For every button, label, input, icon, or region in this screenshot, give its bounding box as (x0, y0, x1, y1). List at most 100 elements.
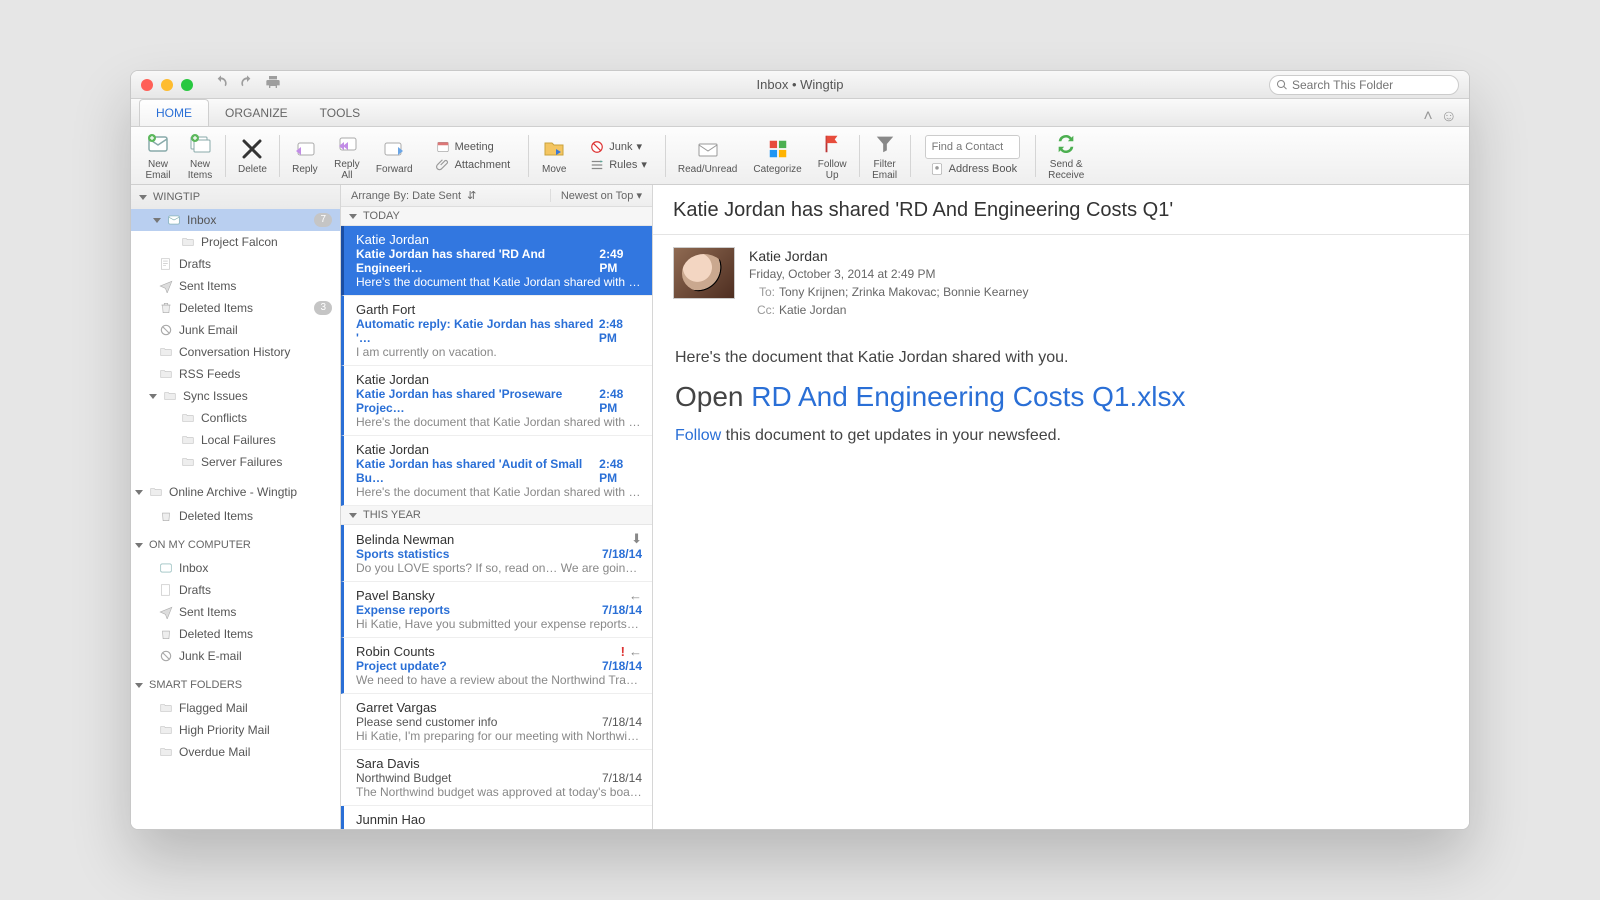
meeting-button[interactable]: Meeting (431, 139, 498, 155)
help-icon[interactable]: ☺ (1441, 108, 1457, 126)
message-time: 2:49 PM (599, 247, 642, 275)
folder-icon (181, 411, 195, 425)
sidebar-local-inbox[interactable]: Inbox (131, 557, 340, 579)
sidebar-junk[interactable]: Junk Email (131, 319, 340, 341)
find-contact-input[interactable]: Find a Contact (925, 135, 1020, 159)
new-email-button[interactable]: New Email (139, 131, 177, 181)
move-button[interactable]: Move (535, 136, 573, 175)
message-item[interactable]: Pavel Bansky← Expense reports7/18/14 Hi … (341, 582, 652, 638)
collapse-ribbon-icon[interactable]: ˄ (1423, 108, 1432, 126)
sidebar-overdue[interactable]: Overdue Mail (131, 741, 340, 763)
archive-header[interactable]: Online Archive - Wingtip (131, 479, 340, 505)
junk-icon (589, 140, 605, 154)
rules-button[interactable]: Rules ▾ (585, 157, 651, 173)
sidebar-rss[interactable]: RSS Feeds (131, 363, 340, 385)
sidebar-project-falcon[interactable]: Project Falcon (131, 231, 340, 253)
message-subject-preview: Project update? (356, 659, 447, 673)
tab-tools[interactable]: TOOLS (304, 100, 376, 126)
delete-button[interactable]: Delete (232, 136, 273, 175)
read-unread-button[interactable]: Read/Unread (672, 136, 743, 175)
folder-icon (181, 455, 195, 469)
forward-icon (381, 136, 407, 162)
message-time: 7/18/14 (602, 771, 642, 785)
shared-file-link[interactable]: RD And Engineering Costs Q1.xlsx (751, 381, 1185, 412)
message-item[interactable]: Belinda Newman⬇ Sports statistics7/18/14… (341, 525, 652, 582)
sidebar-inbox[interactable]: Inbox7 (131, 209, 340, 231)
sidebar-deleted[interactable]: Deleted Items3 (131, 297, 340, 319)
message-item[interactable]: Katie Jordan Katie Jordan has shared 'Au… (341, 436, 652, 506)
message-date: Friday, October 3, 2014 at 2:49 PM (749, 265, 1028, 283)
folder-icon (181, 433, 195, 447)
sidebar-conflicts[interactable]: Conflicts (131, 407, 340, 429)
chevron-down-icon (135, 683, 143, 688)
sidebar-flagged[interactable]: Flagged Mail (131, 697, 340, 719)
follow-link[interactable]: Follow (675, 427, 721, 444)
to-recipients: Tony Krijnen; Zrinka Makovac; Bonnie Kea… (779, 285, 1028, 299)
message-from: Belinda Newman (356, 532, 454, 547)
message-item[interactable]: Garret Vargas Please send customer info7… (341, 694, 652, 750)
sidebar-sent[interactable]: Sent Items (131, 275, 340, 297)
sidebar-local-sent[interactable]: Sent Items (131, 601, 340, 623)
address-book-button[interactable]: Address Book (925, 161, 1021, 177)
sidebar-local-junk[interactable]: Junk E-mail (131, 645, 340, 667)
message-item[interactable]: Robin Counts! ← Project update?7/18/14 W… (341, 638, 652, 694)
message-from: Garret Vargas (356, 700, 437, 715)
sort-order-button[interactable]: Newest on Top ▾ (550, 189, 652, 202)
new-email-label: New Email (145, 159, 170, 181)
filter-email-button[interactable]: Filter Email (866, 131, 904, 181)
drafts-icon (159, 257, 173, 271)
junk-button[interactable]: Junk ▾ (585, 139, 646, 155)
new-email-icon (145, 131, 171, 157)
sender-avatar (673, 247, 735, 299)
group-today[interactable]: TODAY (341, 207, 652, 226)
message-from: Sara Davis (356, 756, 420, 771)
sidebar-local-failures[interactable]: Local Failures (131, 429, 340, 451)
message-preview: Hi Katie, I'm preparing for our meeting … (356, 729, 642, 743)
chevron-down-icon (349, 513, 357, 518)
message-from: Katie Jordan (356, 232, 429, 247)
sidebar-archive-deleted[interactable]: Deleted Items (131, 505, 340, 527)
smart-folders-header[interactable]: SMART FOLDERS (131, 673, 340, 697)
chevron-down-icon (149, 394, 157, 399)
reply-all-button[interactable]: Reply All (328, 131, 366, 181)
message-item[interactable]: Garth Fort Automatic reply: Katie Jordan… (341, 296, 652, 366)
sidebar-sync-issues[interactable]: Sync Issues (131, 385, 340, 407)
sidebar-drafts[interactable]: Drafts (131, 253, 340, 275)
message-time: 2:48 PM (599, 317, 642, 345)
sidebar-local-drafts[interactable]: Drafts (131, 579, 340, 601)
meeting-icon (435, 140, 451, 154)
arrange-by-button[interactable]: Arrange By: Date Sent ⇵ (341, 189, 550, 202)
tab-organize[interactable]: ORGANIZE (209, 100, 304, 126)
on-my-computer-header[interactable]: ON MY COMPUTER (131, 533, 340, 557)
message-subject-preview: Northwind Budget (356, 771, 451, 785)
message-item[interactable]: Junmin Hao Meeting update7/17/14 We have… (341, 806, 652, 829)
sidebar-server-failures[interactable]: Server Failures (131, 451, 340, 473)
new-items-button[interactable]: New Items (181, 131, 219, 181)
forward-button[interactable]: Forward (370, 136, 419, 175)
message-subject-preview: Sports statistics (356, 547, 449, 561)
group-this-year[interactable]: THIS YEAR (341, 506, 652, 525)
message-item[interactable]: Katie Jordan Katie Jordan has shared 'Pr… (341, 366, 652, 436)
attachment-button[interactable]: Attachment (431, 157, 515, 173)
app-window: Inbox • Wingtip HOME ORGANIZE TOOLS ˄ ☺ … (130, 70, 1470, 830)
message-from: Garth Fort (356, 302, 415, 317)
send-receive-button[interactable]: Send & Receive (1042, 131, 1090, 181)
junk-folder-icon (159, 649, 173, 663)
message-preview: Here's the document that Katie Jordan sh… (356, 275, 642, 289)
follow-up-button[interactable]: Follow Up (812, 131, 853, 181)
reply-button[interactable]: Reply (286, 136, 324, 175)
meeting-attachment-group: Meeting Attachment (423, 127, 523, 184)
sidebar-high-priority[interactable]: High Priority Mail (131, 719, 340, 741)
message-status-icon: ⬇ (631, 531, 642, 547)
categorize-button[interactable]: Categorize (747, 136, 807, 175)
sidebar-local-deleted[interactable]: Deleted Items (131, 623, 340, 645)
message-item[interactable]: Sara Davis Northwind Budget7/18/14 The N… (341, 750, 652, 806)
deleted-badge: 3 (314, 301, 332, 315)
sidebar-conversation-history[interactable]: Conversation History (131, 341, 340, 363)
message-status-icon: ! ← (621, 644, 642, 659)
account-header[interactable]: WINGTIP (131, 185, 340, 209)
chevron-down-icon (349, 214, 357, 219)
message-list-body[interactable]: TODAY Katie Jordan Katie Jordan has shar… (341, 207, 652, 829)
tab-home[interactable]: HOME (139, 99, 209, 126)
message-item[interactable]: Katie Jordan Katie Jordan has shared 'RD… (341, 226, 652, 296)
